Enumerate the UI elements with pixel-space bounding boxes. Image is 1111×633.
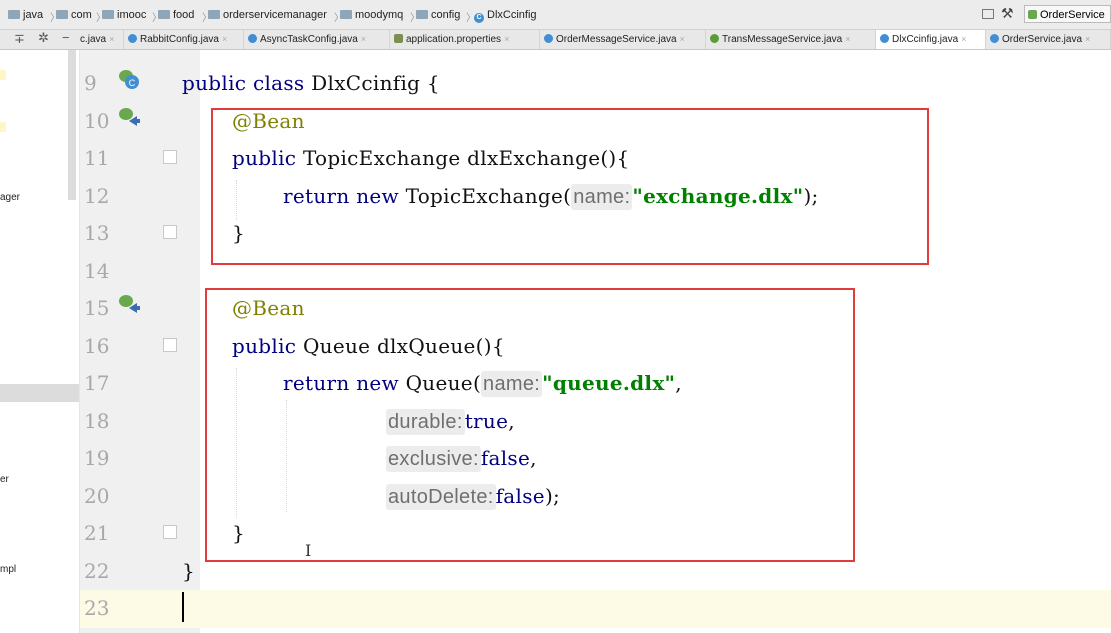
breadcrumb-food[interactable]: food bbox=[158, 8, 194, 22]
close-icon[interactable]: × bbox=[845, 34, 850, 44]
run-config-selector[interactable]: OrderService bbox=[1024, 5, 1111, 23]
collapse-all-icon[interactable]: ∓ bbox=[14, 31, 25, 47]
tab-c-java[interactable]: c.java × bbox=[76, 30, 124, 49]
breadcrumb-java[interactable]: java bbox=[8, 8, 43, 22]
tree-item[interactable]: er bbox=[0, 474, 9, 485]
tree-item[interactable]: mpl bbox=[0, 564, 16, 575]
tab-transmessageservice[interactable]: TransMessageService.java × bbox=[706, 30, 876, 49]
code-line-class-declaration[interactable]: public class DlxCcinfig { bbox=[182, 68, 440, 98]
folder-icon bbox=[8, 10, 20, 19]
tree-item-selected[interactable] bbox=[0, 384, 79, 402]
tree-highlight bbox=[0, 122, 6, 132]
class-icon bbox=[990, 34, 999, 43]
breadcrumb-config[interactable]: config bbox=[416, 8, 460, 22]
breadcrumb-moodymq[interactable]: moodymq bbox=[340, 8, 403, 22]
close-icon[interactable]: × bbox=[680, 34, 685, 44]
close-icon[interactable]: × bbox=[222, 34, 227, 44]
class-icon bbox=[248, 34, 257, 43]
svg-text:C: C bbox=[129, 78, 136, 88]
class-icon bbox=[544, 34, 553, 43]
line-number: 18 bbox=[84, 409, 110, 433]
class-icon bbox=[880, 34, 889, 43]
properties-icon bbox=[394, 34, 403, 43]
tree-item[interactable]: ager bbox=[0, 192, 20, 203]
code-line-class-close-brace[interactable]: } bbox=[182, 556, 195, 586]
spring-bean-class-icon[interactable]: C bbox=[117, 68, 141, 90]
fold-toggle[interactable] bbox=[163, 525, 177, 539]
highlight-box-queue-bean bbox=[205, 288, 855, 562]
spring-boot-icon bbox=[1028, 10, 1037, 19]
close-icon[interactable]: × bbox=[361, 34, 366, 44]
hide-icon[interactable]: − bbox=[62, 30, 70, 45]
fold-toggle[interactable] bbox=[163, 225, 177, 239]
hammer-icon[interactable]: ⚒ bbox=[1001, 5, 1014, 22]
close-icon[interactable]: × bbox=[109, 34, 114, 44]
line-number: 23 bbox=[84, 596, 110, 620]
folder-icon bbox=[102, 10, 114, 19]
breadcrumb-com[interactable]: com bbox=[56, 8, 92, 22]
fold-toggle[interactable] bbox=[163, 150, 177, 164]
spring-bean-method-icon[interactable] bbox=[117, 293, 141, 315]
tab-orderservice[interactable]: OrderService.java × bbox=[986, 30, 1111, 49]
tab-asynctaskconfig[interactable]: AsyncTaskConfig.java × bbox=[244, 30, 390, 49]
folder-icon bbox=[158, 10, 170, 19]
spring-bean-method-icon[interactable] bbox=[117, 106, 141, 128]
tab-application-properties[interactable]: application.properties × bbox=[390, 30, 540, 49]
gear-icon[interactable]: ✲ bbox=[38, 30, 49, 46]
current-line-highlight bbox=[80, 590, 1111, 628]
breadcrumb-orderservicemanager[interactable]: orderservicemanager bbox=[208, 8, 327, 22]
close-icon[interactable]: × bbox=[1085, 34, 1090, 44]
line-number: 9 bbox=[84, 71, 97, 95]
line-number: 15 bbox=[84, 296, 110, 320]
line-number: 19 bbox=[84, 446, 110, 470]
navigation-bar: java 〉 com 〉 imooc 〉 food 〉 orderservice… bbox=[0, 0, 1111, 30]
tab-ordermessageservice[interactable]: OrderMessageService.java × bbox=[540, 30, 706, 49]
tree-highlight bbox=[0, 70, 6, 80]
line-number: 12 bbox=[84, 184, 110, 208]
tab-dlxccinfig[interactable]: DlxCcinfig.java × bbox=[876, 30, 986, 49]
line-number: 13 bbox=[84, 221, 110, 245]
line-number: 17 bbox=[84, 371, 110, 395]
structure-icon[interactable] bbox=[982, 9, 994, 19]
close-icon[interactable]: × bbox=[504, 34, 509, 44]
line-number: 14 bbox=[84, 259, 110, 283]
breadcrumb-imooc[interactable]: imooc bbox=[102, 8, 146, 22]
line-number: 16 bbox=[84, 334, 110, 358]
highlight-box-exchange-bean bbox=[211, 108, 929, 265]
class-icon: C bbox=[474, 13, 484, 23]
folder-icon bbox=[56, 10, 68, 19]
editor-tab-bar: ∓ ✲ − c.java × RabbitConfig.java × AsyncTa… bbox=[0, 30, 1111, 50]
line-number: 21 bbox=[84, 521, 110, 545]
tab-rabbitconfig[interactable]: RabbitConfig.java × bbox=[124, 30, 244, 49]
breadcrumb-dlxccinfig[interactable]: C DlxCcinfig bbox=[474, 8, 537, 23]
folder-icon bbox=[208, 10, 220, 19]
line-number: 20 bbox=[84, 484, 110, 508]
fold-toggle[interactable] bbox=[163, 338, 177, 352]
line-number: 10 bbox=[84, 109, 110, 133]
text-caret bbox=[182, 592, 184, 622]
interface-icon bbox=[710, 34, 719, 43]
line-number: 22 bbox=[84, 559, 110, 583]
class-icon bbox=[128, 34, 137, 43]
folder-icon bbox=[340, 10, 352, 19]
folder-icon bbox=[416, 10, 428, 19]
close-icon[interactable]: × bbox=[961, 34, 966, 44]
project-tree-panel: ager er mpl bbox=[0, 50, 80, 633]
line-number: 11 bbox=[84, 146, 110, 170]
scrollbar-thumb[interactable] bbox=[68, 50, 76, 200]
